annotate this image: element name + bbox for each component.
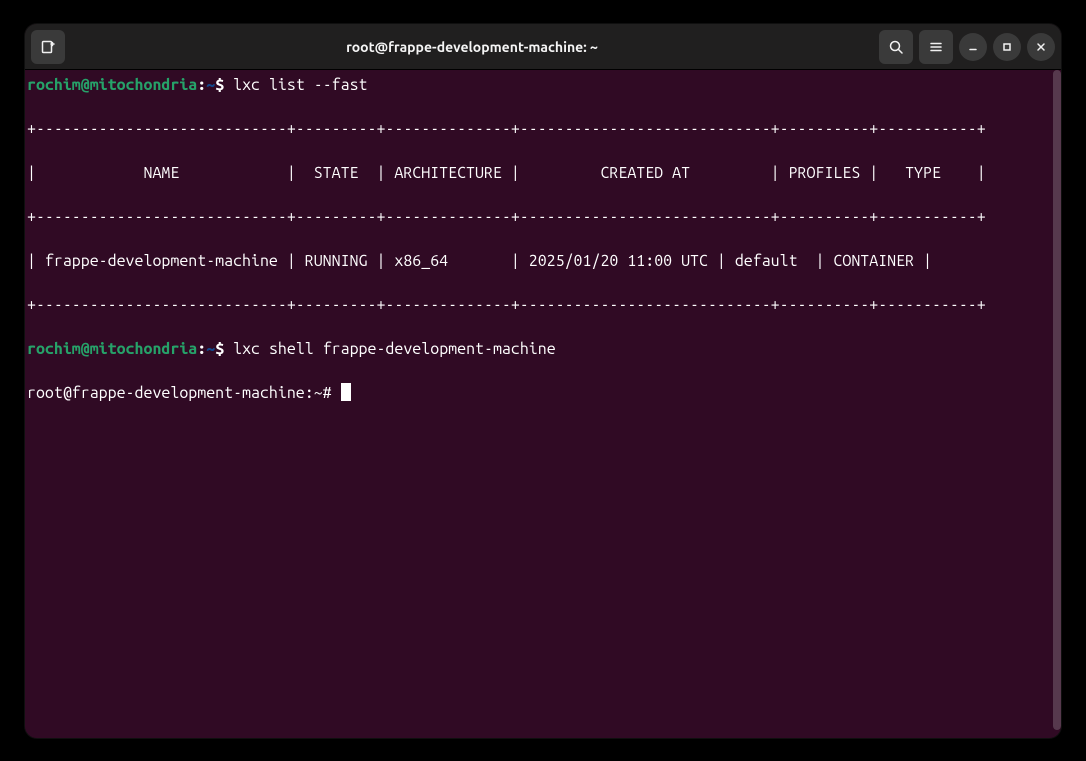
table-border: +----------------------------+---------+…	[27, 206, 1059, 228]
scrollbar-thumb[interactable]	[1053, 70, 1061, 730]
prompt-sep: :	[197, 340, 206, 358]
table-header: | NAME | STATE | ARCHITECTURE | CREATED …	[27, 162, 1059, 184]
prompt-user: rochim@mitochondria	[27, 76, 197, 94]
menu-button[interactable]	[919, 30, 953, 64]
table-border: +----------------------------+---------+…	[27, 118, 1059, 140]
table-border: +----------------------------+---------+…	[27, 294, 1059, 316]
close-button[interactable]	[1027, 33, 1055, 61]
prompt-path: ~	[206, 340, 215, 358]
prompt-root: root@frappe-development-machine:~#	[27, 384, 341, 402]
window-title: root@frappe-development-machine: ~	[71, 39, 873, 55]
prompt-dollar: $	[215, 76, 233, 94]
cursor	[341, 383, 351, 401]
prompt-dollar: $	[215, 340, 233, 358]
maximize-button[interactable]	[993, 33, 1021, 61]
prompt-user: rochim@mitochondria	[27, 340, 197, 358]
command-text: lxc shell frappe-development-machine	[233, 340, 556, 358]
search-button[interactable]	[879, 30, 913, 64]
prompt-path: ~	[206, 76, 215, 94]
scrollbar[interactable]	[1053, 70, 1061, 738]
terminal-window: root@frappe-development-machine: ~	[25, 24, 1061, 738]
table-row: | frappe-development-machine | RUNNING |…	[27, 250, 1059, 272]
titlebar: root@frappe-development-machine: ~	[25, 24, 1061, 70]
new-tab-button[interactable]	[31, 30, 65, 64]
minimize-button[interactable]	[959, 33, 987, 61]
terminal-body[interactable]: rochim@mitochondria:~$ lxc list --fast +…	[25, 70, 1061, 738]
prompt-sep: :	[197, 76, 206, 94]
command-text: lxc list --fast	[233, 76, 367, 94]
